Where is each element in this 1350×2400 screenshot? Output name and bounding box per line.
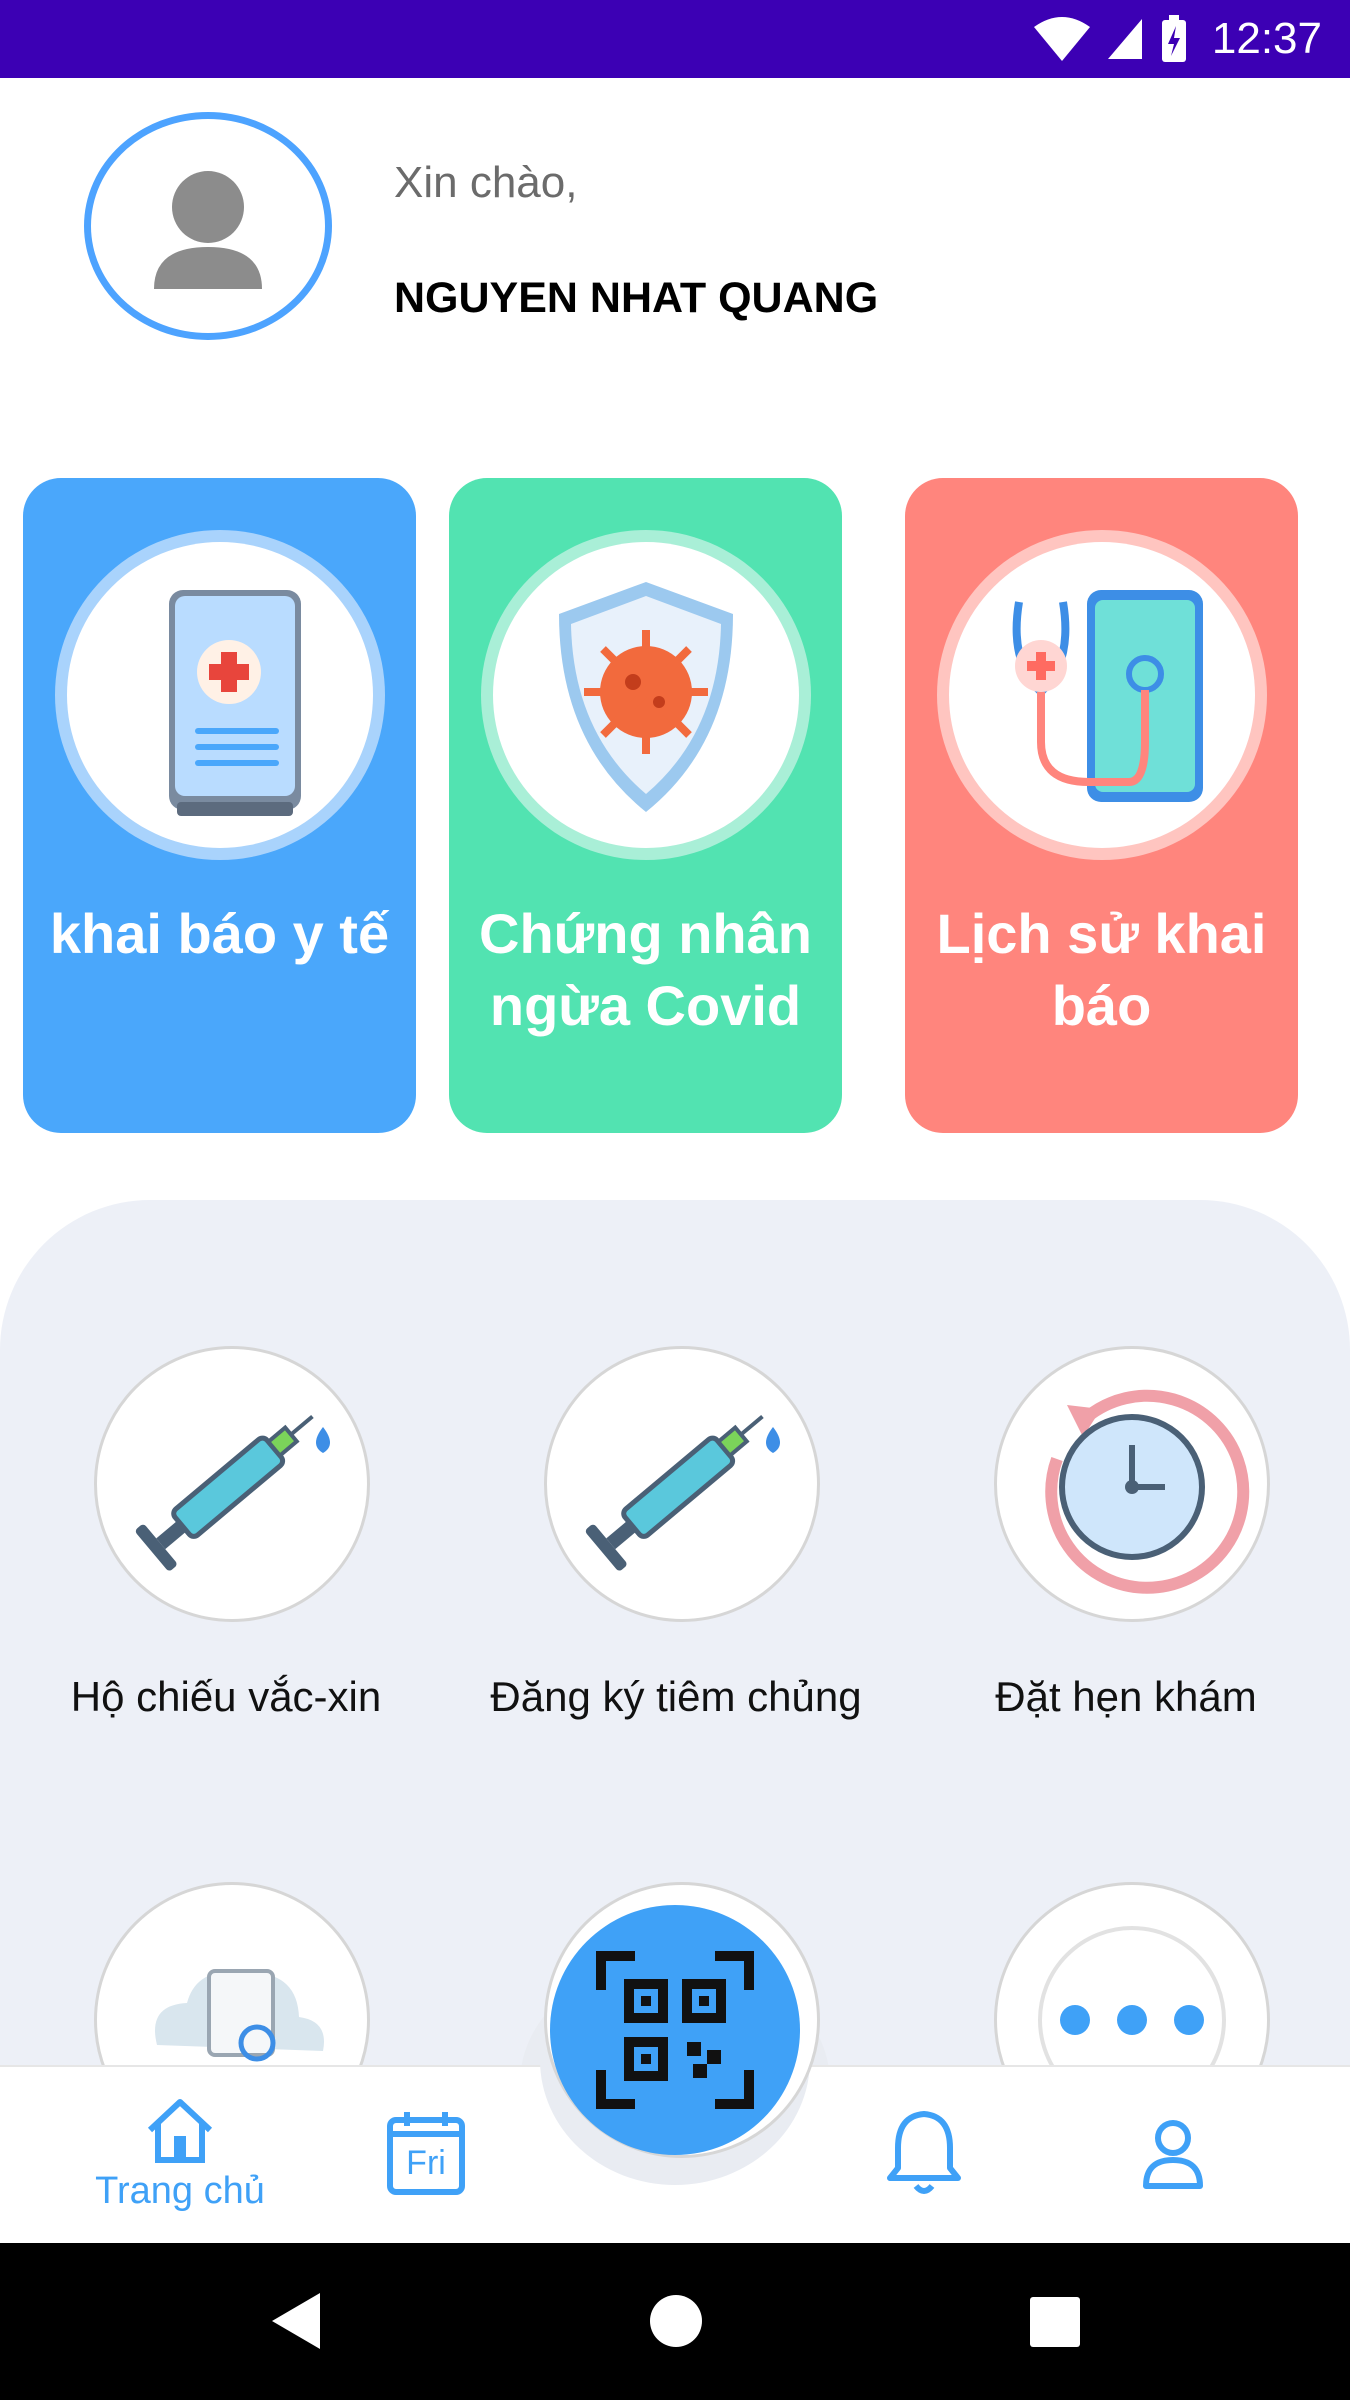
back-icon[interactable] — [268, 2291, 324, 2351]
calendar-day-text: Fri — [406, 2144, 446, 2182]
service-vaccination-register[interactable] — [544, 1346, 820, 1622]
card-covid-certificate[interactable]: Chứng nhân ngừa Covid — [449, 478, 842, 1133]
user-icon — [1143, 2120, 1203, 2189]
service-book-appointment[interactable] — [994, 1346, 1270, 1622]
syringe-icon — [585, 1414, 780, 1571]
qr-code-icon — [596, 1951, 754, 2109]
nav-home-label: Trang chủ — [95, 2170, 265, 2212]
card-label: Chứng nhân ngừa Covid — [479, 902, 812, 1037]
system-navigation-bar — [0, 2243, 1350, 2400]
nav-profile[interactable] — [1140, 2118, 1206, 2190]
service-label: Hộ chiếu vắc-xin — [70, 1673, 382, 1720]
virus-shield-icon — [559, 582, 733, 812]
home-circle-icon[interactable] — [648, 2293, 704, 2349]
avatar[interactable] — [84, 112, 332, 340]
service-label: Đăng ký tiêm chủng — [490, 1673, 862, 1720]
medical-phone-icon — [169, 590, 301, 816]
battery-charging-icon — [1161, 15, 1186, 62]
home-icon — [147, 2099, 213, 2163]
signal-icon — [1107, 19, 1142, 59]
card-label: khai báo y tế — [49, 902, 390, 965]
user-silhouette-icon — [154, 171, 262, 289]
nav-notifications[interactable] — [884, 2108, 964, 2198]
status-bar: 12:37 — [0, 0, 1350, 78]
user-name: NGUYEN NHAT QUANG — [394, 274, 879, 322]
wifi-icon — [1033, 17, 1090, 61]
status-icons: 12:37 — [1033, 12, 1322, 66]
status-time: 12:37 — [1211, 14, 1322, 63]
recents-icon[interactable] — [1030, 2297, 1080, 2347]
greeting-text: Xin chào, — [394, 158, 578, 207]
nav-calendar[interactable]: Fri — [386, 2110, 466, 2196]
service-vaccine-passport[interactable] — [94, 1346, 370, 1622]
card-label: Lịch sử khai báo — [936, 902, 1267, 1037]
card-medical-declaration[interactable]: khai báo y tế — [23, 478, 416, 1133]
qr-scan-button[interactable] — [550, 1905, 800, 2155]
bell-icon — [887, 2111, 961, 2194]
card-declaration-history[interactable]: Lịch sử khai báo — [905, 478, 1298, 1133]
stethoscope-phone-icon — [1012, 590, 1203, 802]
clock-history-icon — [1045, 1389, 1250, 1594]
syringe-icon — [135, 1414, 330, 1571]
service-label: Đặt hẹn khám — [995, 1673, 1257, 1720]
